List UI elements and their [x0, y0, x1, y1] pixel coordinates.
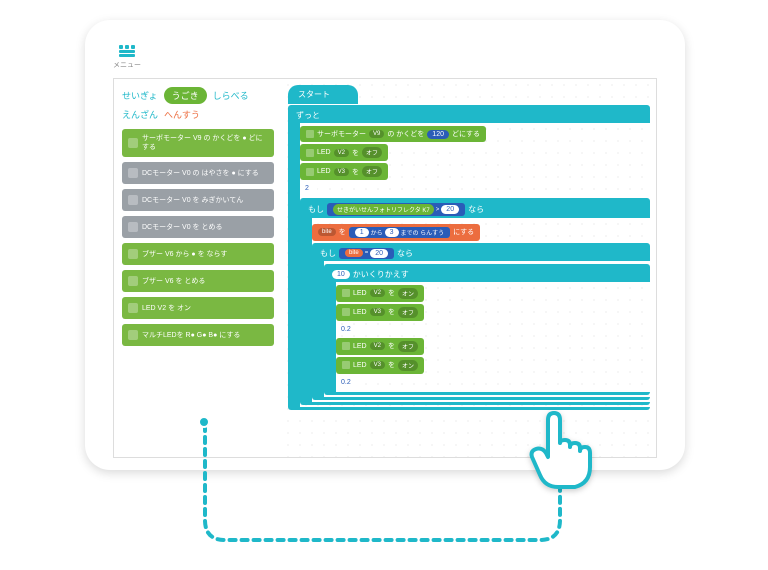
motor-icon [306, 130, 314, 138]
if-block[interactable]: もしbite=20なら 10かいくりかえす LEDV2をオン LEDV3をオフ … [312, 243, 650, 400]
led-block[interactable]: LEDV3をオフ [336, 304, 424, 321]
led-block[interactable]: LEDV3をオフ [300, 163, 388, 180]
palette-block-dc-speed[interactable]: DCモーター V0 の はやさを ● にする [122, 162, 274, 184]
if-block[interactable]: もしせきがいせんフォトリフレクタ K7>20なら biteを1から3までの らん… [300, 198, 650, 405]
menu-icon [119, 45, 135, 49]
led-icon [306, 149, 314, 157]
servo-block[interactable]: サーボモーターV9の かくどを120どにする [300, 126, 486, 142]
led-icon [306, 168, 314, 176]
category-variable[interactable]: へんすう [164, 108, 200, 121]
led-icon [342, 361, 350, 369]
palette-block-led-on[interactable]: LED V2 を オン [122, 297, 274, 319]
speaker-icon [128, 276, 138, 286]
condition-block[interactable]: せきがいせんフォトリフレクタ K7>20 [327, 203, 465, 216]
repeat-block[interactable]: 10かいくりかえす LEDV2をオン LEDV3をオフ 0.2びょうまつ LED… [324, 264, 650, 395]
led-icon [342, 289, 350, 297]
category-calc[interactable]: えんざん [122, 108, 158, 121]
editor-screen: せいぎょ うごき しらべる えんざん へんすう サーボモーター V9 の かくど… [113, 78, 657, 458]
motor-icon [128, 222, 138, 232]
drag-origin-dot [198, 416, 210, 428]
condition-block[interactable]: bite=20 [339, 248, 394, 259]
set-variable-block[interactable]: biteを1から3までの らんすうにする [312, 224, 480, 241]
led-icon [128, 303, 138, 313]
menu-button[interactable]: メニュー [113, 45, 141, 70]
menu-label: メニュー [113, 60, 141, 70]
led-icon [128, 330, 138, 340]
palette-block-dc-stop[interactable]: DCモーター V0 を とめる [122, 216, 274, 238]
block-palette-sidebar: せいぎょ うごき しらべる えんざん へんすう サーボモーター V9 の かくど… [114, 79, 282, 457]
led-icon [342, 308, 350, 316]
motor-icon [128, 138, 138, 148]
led-block[interactable]: LEDV3をオン [336, 357, 424, 374]
category-control[interactable]: せいぎょ [122, 89, 158, 102]
palette-block-buzzer-stop[interactable]: ブザー V6 を とめる [122, 270, 274, 292]
motor-icon [128, 168, 138, 178]
forever-block[interactable]: ずっと サーボモーターV9の かくどを120どにする LEDV2をオフ LEDV… [288, 105, 650, 410]
hand-pointer-icon [520, 405, 600, 500]
led-icon [342, 342, 350, 350]
speaker-icon [128, 249, 138, 259]
led-block[interactable]: LEDV2をオン [336, 285, 424, 302]
category-tabs: せいぎょ うごき しらべる えんざん へんすう [122, 87, 274, 121]
palette-block-servo[interactable]: サーボモーター V9 の かくどを ● どにする [122, 129, 274, 157]
tablet-frame: メニュー せいぎょ うごき しらべる えんざん へんすう サーボモーター V9 … [85, 20, 685, 470]
motor-icon [128, 195, 138, 205]
led-block[interactable]: LEDV2をオフ [336, 338, 424, 355]
palette-block-multiled[interactable]: マルチLEDを R● G● B● にする [122, 324, 274, 346]
workspace[interactable]: スタート ずっと サーボモーターV9の かくどを120どにする LEDV2をオフ… [282, 79, 656, 457]
led-block[interactable]: LEDV2をオフ [300, 144, 388, 161]
hat-block-start[interactable]: スタート [288, 85, 358, 104]
category-sensing[interactable]: しらべる [213, 89, 249, 102]
palette-block-buzzer-play[interactable]: ブザー V6 から ● を ならす [122, 243, 274, 265]
category-motion[interactable]: うごき [164, 87, 207, 104]
palette-block-dc-right[interactable]: DCモーター V0 を みぎかいてん [122, 189, 274, 211]
